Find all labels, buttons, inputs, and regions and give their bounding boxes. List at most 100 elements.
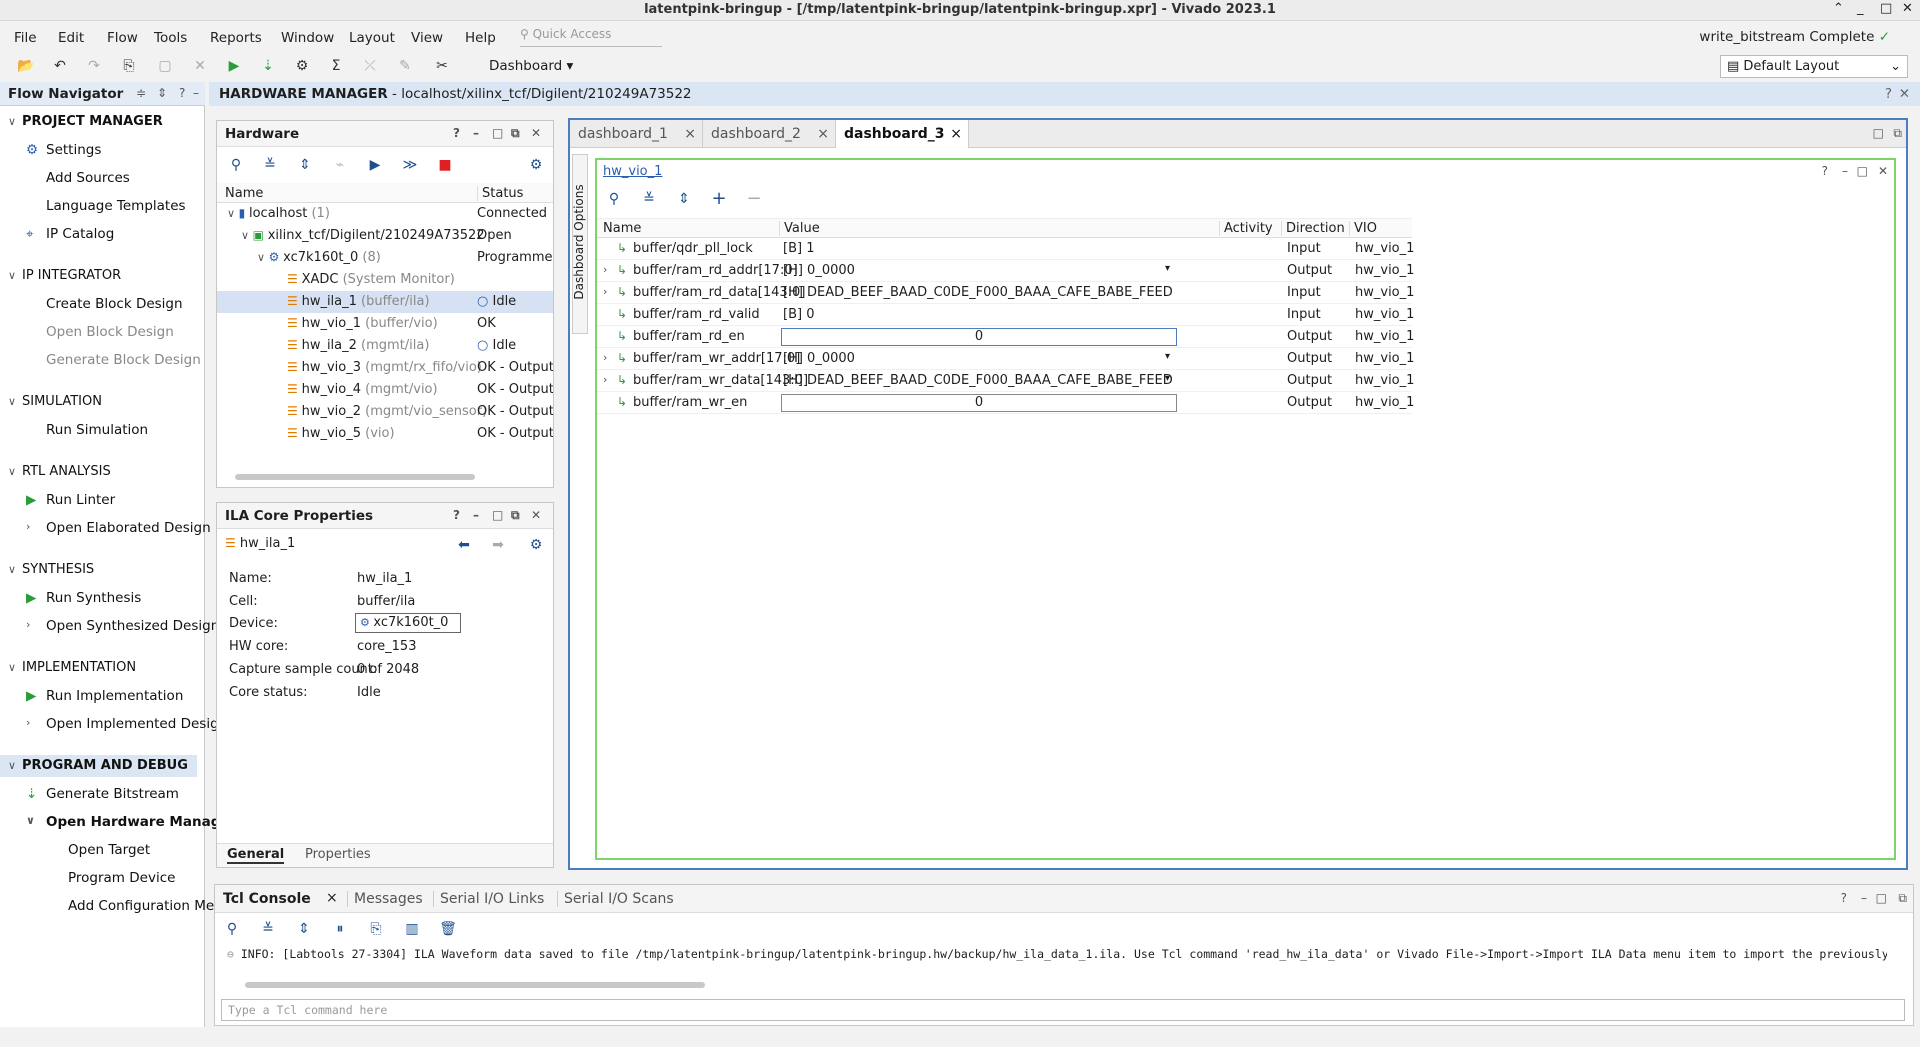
vio-row[interactable]: › ↳ buffer/ram_rd_data[143:0] [H] DEAD_BEEF… <box>597 282 1414 304</box>
tab-dashboard-1[interactable]: dashboard_1 × <box>570 120 703 148</box>
tab-serial-io-links[interactable]: Serial I/O Links <box>433 891 544 907</box>
pin-icon[interactable]: ✂ <box>432 56 452 76</box>
flow-item-run-simulation[interactable]: Run Simulation <box>46 422 148 438</box>
gear-icon[interactable]: ⚙ <box>527 156 545 174</box>
help-icon[interactable]: ? <box>453 508 460 522</box>
section-simulation[interactable]: ∨ SIMULATION <box>8 394 205 409</box>
close-icon[interactable]: × <box>326 890 338 906</box>
tab-serial-io-scans[interactable]: Serial I/O Scans <box>557 891 674 907</box>
close-icon[interactable]: ✕ <box>531 508 541 522</box>
collapse-icon[interactable]: ⌃ <box>1833 1 1844 16</box>
help-icon[interactable]: ? <box>1885 86 1892 102</box>
stop-icon[interactable]: ■ <box>436 156 454 174</box>
tree-row[interactable]: ☰ hw_ila_1 (buffer/ila) ○ Idle <box>217 291 553 313</box>
flow-item-open-hardware-manager[interactable]: ∨ Open Hardware Manager <box>26 814 236 830</box>
help-icon[interactable]: ? <box>1822 164 1828 178</box>
help-icon[interactable]: ? <box>453 126 460 140</box>
dashboard-menu[interactable]: Dashboard ▾ <box>489 58 573 74</box>
tree-row[interactable]: ☰ hw_ila_2 (mgmt/ila) ○ Idle <box>217 335 553 357</box>
vio-row[interactable]: ↳ buffer/ram_rd_en 0 Output hw_vio_1 <box>597 326 1414 348</box>
dashboard-options-toggle[interactable]: Dashboard Options <box>572 154 588 334</box>
column-name[interactable]: Name <box>603 221 641 236</box>
tree-row[interactable]: ☰ hw_vio_5 (vio)OK - Outputs Reset <box>217 423 553 445</box>
restore-icon[interactable]: □ <box>492 508 503 522</box>
close-icon[interactable]: × <box>817 126 829 142</box>
expand-all-icon[interactable]: ⇕ <box>296 156 314 174</box>
trash-icon[interactable]: 🗑 <box>439 920 457 938</box>
restore-icon[interactable]: □ <box>492 126 503 140</box>
close-icon[interactable]: × <box>684 126 696 142</box>
auto-connect-icon[interactable]: ⌁ <box>331 156 349 174</box>
gear-icon[interactable]: ⚙ <box>527 536 545 554</box>
menu-tools[interactable]: Tools <box>154 30 187 46</box>
column-name[interactable]: Name <box>225 186 263 201</box>
column-status[interactable]: Status <box>477 186 523 201</box>
vio-row[interactable]: ↳ buffer/ram_rd_valid [B] 0 Input hw_vio_1 <box>597 304 1414 326</box>
section-program-and-debug[interactable]: ∨ PROGRAM AND DEBUG <box>0 755 197 777</box>
section-ip-integrator[interactable]: ∨ IP INTEGRATOR <box>8 268 205 283</box>
menu-file[interactable]: File <box>14 30 37 46</box>
device-link[interactable]: ⚙ xc7k160t_0 <box>355 613 461 633</box>
paste-icon[interactable]: ▢ <box>155 56 175 76</box>
auto-icon[interactable]: ⤫ <box>360 56 380 76</box>
flow-item-program-device[interactable]: Program Device <box>68 870 175 886</box>
copy-icon[interactable]: ⎘ <box>367 920 385 938</box>
section-synthesis[interactable]: ∨ SYNTHESIS <box>8 562 205 577</box>
float-icon[interactable]: ⧉ <box>511 508 520 523</box>
minimize-icon[interactable]: – <box>193 86 199 100</box>
column-activity[interactable]: Activity <box>1219 221 1273 236</box>
flow-item-run-linter[interactable]: ▶ Run Linter <box>26 492 115 508</box>
probe-value[interactable]: [H] DEAD_BEEF_BAAD_C0DE_F000_BAAA_CAFE_B… <box>783 373 1173 388</box>
tab-general[interactable]: General <box>227 847 285 864</box>
horizontal-scrollbar[interactable] <box>225 473 545 481</box>
tab-dashboard-2[interactable]: dashboard_2 × <box>703 120 836 148</box>
expand-all-icon[interactable]: ⇕ <box>157 86 167 100</box>
chevron-right-icon[interactable]: › <box>603 263 607 276</box>
tab-dashboard-3[interactable]: dashboard_3 × <box>836 120 969 148</box>
delete-icon[interactable]: ✕ <box>190 56 210 76</box>
menu-window[interactable]: Window <box>281 30 334 46</box>
flow-item-open-elaborated-design[interactable]: › Open Elaborated Design <box>26 520 211 536</box>
column-direction[interactable]: Direction <box>1281 221 1345 236</box>
tree-row[interactable]: ☰ hw_vio_3 (mgmt/rx_fifo/vio) OK - Output… <box>217 357 553 379</box>
minimize-icon[interactable]: – <box>1861 891 1867 905</box>
settings-icon[interactable]: ⚙ <box>292 56 312 76</box>
dropdown-arrow-icon[interactable]: ▾ <box>1165 373 1170 384</box>
vio-row[interactable]: › ↳ buffer/ram_wr_data[143:0] [H] DEAD_BEEF… <box>597 370 1414 392</box>
collapse-all-icon[interactable]: ≚ <box>640 190 658 208</box>
menu-reports[interactable]: Reports <box>210 30 262 46</box>
vio-row[interactable]: › ↳ buffer/ram_wr_addr[17:0] [H] 0_0000 ▾ Out… <box>597 348 1414 370</box>
collapse-all-icon[interactable]: ≚ <box>261 156 279 174</box>
run-icon[interactable]: ▶ <box>224 56 244 76</box>
vio-row[interactable]: › ↳ buffer/ram_rd_addr[17:0] [H] 0_0000 ▾ Out… <box>597 260 1414 282</box>
vio-row[interactable]: ↳ buffer/ram_wr_en 0 Output hw_vio_1 <box>597 392 1414 414</box>
close-icon[interactable]: × <box>950 126 962 142</box>
dropdown-arrow-icon[interactable]: ▾ <box>1165 351 1170 362</box>
flow-item-language-templates[interactable]: Language Templates <box>46 198 186 214</box>
minimize-icon[interactable]: – <box>1842 164 1848 178</box>
chevron-right-icon[interactable]: › <box>603 285 607 298</box>
collapse-all-icon[interactable]: ≚ <box>259 920 277 938</box>
close-icon[interactable]: ✕ <box>1899 86 1910 102</box>
close-icon[interactable]: ✕ <box>531 126 541 140</box>
flow-item-create-block-design[interactable]: Create Block Design <box>46 296 183 312</box>
minimize-icon[interactable]: – <box>473 126 479 140</box>
quick-access-input[interactable]: ⚲ Quick Access <box>520 27 662 47</box>
probe-value[interactable]: [H] 0_0000 <box>783 263 855 278</box>
pause-icon[interactable]: ⏸ <box>331 920 349 938</box>
float-icon[interactable]: ⧉ <box>1893 126 1902 141</box>
menu-flow[interactable]: Flow <box>107 30 138 46</box>
tab-messages[interactable]: Messages <box>347 891 423 907</box>
probe-value[interactable]: [H] 0_0000 <box>783 351 855 366</box>
sigma-icon[interactable]: Σ <box>326 56 346 76</box>
collapse-all-icon[interactable]: ≑ <box>136 86 146 100</box>
tree-row[interactable]: ☰ hw_vio_4 (mgmt/vio)OK - Outputs Reset <box>217 379 553 401</box>
restore-icon[interactable]: □ <box>1857 164 1868 178</box>
search-icon[interactable]: ⚲ <box>227 156 245 174</box>
tab-tcl-console[interactable]: Tcl Console <box>223 891 311 907</box>
restore-icon[interactable]: □ <box>1876 891 1887 905</box>
tab-properties[interactable]: Properties <box>305 847 371 862</box>
flow-item-open-implemented-design[interactable]: › Open Implemented Design <box>26 716 227 732</box>
redo-icon[interactable]: ↷ <box>84 56 104 76</box>
dropdown-arrow-icon[interactable]: ▾ <box>1165 263 1170 274</box>
